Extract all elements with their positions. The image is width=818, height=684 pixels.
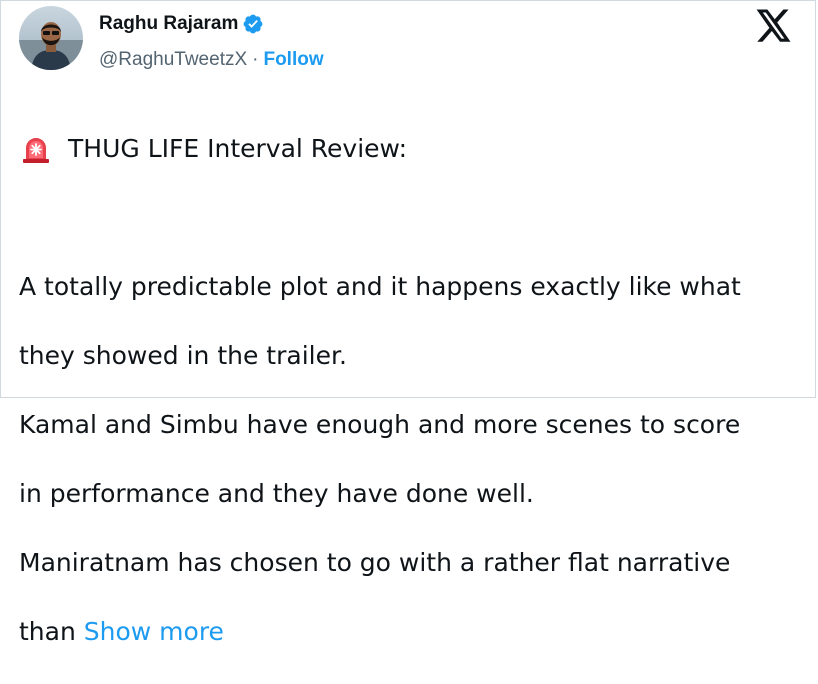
author-name-row: Raghu Rajaram [99, 12, 264, 36]
tweet-line: in performance and they have done well. [19, 478, 534, 508]
follow-button[interactable]: Follow [263, 49, 323, 71]
x-logo-icon[interactable] [756, 9, 792, 43]
verified-badge-icon[interactable] [242, 13, 264, 35]
tweet-line: Kamal and Simbu have enough and more sce… [19, 409, 741, 439]
author-display-name[interactable]: Raghu Rajaram [99, 13, 238, 35]
police-siren-icon [21, 134, 51, 164]
tweet-last-line: than Show more [19, 615, 809, 650]
tweet-body: THUG LIFE Interval Review: A totally pre… [19, 97, 809, 684]
author-handle[interactable]: @RaghuTweetzX [99, 49, 247, 71]
author-handle-row: @RaghuTweetzX · Follow [99, 48, 324, 72]
tweet-line-than: than [19, 616, 76, 646]
tweet-line: they showed in the trailer. [19, 340, 347, 370]
tweet-line: A totally predictable plot and it happen… [19, 271, 741, 301]
show-more-link[interactable]: Show more [84, 617, 224, 646]
tweet-title: THUG LIFE Interval Review: [68, 133, 408, 163]
tweet-line: Maniratnam has chosen to go with a rathe… [19, 547, 731, 577]
avatar[interactable] [19, 6, 83, 70]
separator-dot: · [252, 49, 259, 70]
tweet-card[interactable]: Raghu Rajaram @RaghuTweetzX · Follow THU… [0, 0, 816, 646]
tweet-title-line: THUG LIFE Interval Review: [19, 132, 809, 167]
